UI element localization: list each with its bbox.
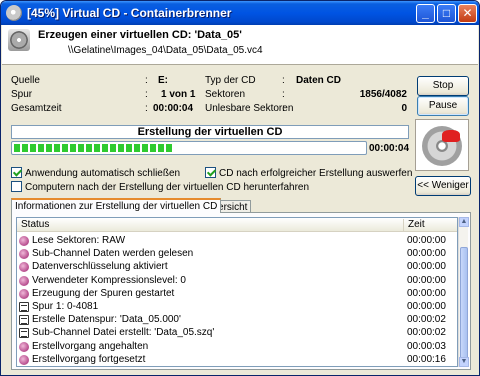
colon: : <box>282 75 285 86</box>
pause-button[interactable]: Pause <box>417 96 469 116</box>
log-row[interactable]: Datenverschlüsselung aktiviert 00:00:00 <box>17 261 457 273</box>
image-path: \\Gelatine\Images_04\Data_05\Data_05.vc4 <box>68 45 263 56</box>
log-row-time: 00:00:00 <box>407 248 446 260</box>
spur-label: Spur <box>11 89 33 100</box>
cd-animation-panel <box>415 119 469 171</box>
log-row-time: 00:00:02 <box>407 314 446 326</box>
scroll-up-icon[interactable]: ▲ <box>459 217 469 227</box>
log-row[interactable]: Erstelle Datenspur: 'Data_05.000' 00:00:0… <box>17 314 457 326</box>
log-row[interactable]: Sub-Channel Daten werden gelesen 00:00:00 <box>17 248 457 260</box>
window-title: [45%] Virtual CD - Containerbrenner <box>27 6 232 20</box>
log-scrollbar[interactable]: ▲ ▼ <box>458 217 469 367</box>
info-icon <box>19 288 29 299</box>
shutdown-label: Computern nach der Erstellung der virtue… <box>25 182 310 193</box>
log-row[interactable]: Erzeugung der Spuren gestartet 00:00:00 <box>17 288 457 300</box>
colon: : <box>282 103 285 114</box>
log-row-time: 00:00:00 <box>407 235 446 246</box>
info-icon <box>19 236 29 246</box>
log-row-time: 00:00:16 <box>407 353 446 365</box>
spur-value: 1 von 1 <box>161 89 196 100</box>
cd-app-icon <box>6 5 22 21</box>
tab-creation-info[interactable]: Informationen zur Erstellung der virtuel… <box>11 198 222 213</box>
list-header: Status Zeit <box>17 218 457 232</box>
column-header-status[interactable]: Status <box>21 219 49 230</box>
cd-type-label: Typ der CD <box>205 75 256 86</box>
log-row-text: Sub-Channel Datei erstellt: 'Data_05.szq… <box>32 327 215 339</box>
eject-option[interactable]: CD nach erfolgreicher Erstellung auswerf… <box>205 167 412 179</box>
info-icon <box>19 262 29 273</box>
maximize-button[interactable]: □ <box>437 4 456 23</box>
unlesbare-label: Unlesbare Sektoren <box>205 103 294 114</box>
eject-checkbox[interactable] <box>205 167 216 178</box>
scroll-down-icon[interactable]: ▼ <box>459 357 469 367</box>
quelle-value: E: <box>158 75 168 86</box>
log-row-time: 00:00:00 <box>407 274 446 286</box>
document-icon <box>19 315 29 326</box>
log-row-text: Sub-Channel Daten werden gelesen <box>32 248 194 260</box>
cd-type-value: Daten CD <box>296 75 342 86</box>
header-panel: Erzeugen einer virtuellen CD: 'Data_05' … <box>2 25 478 65</box>
shutdown-option[interactable]: Computern nach der Erstellung der virtue… <box>11 181 309 193</box>
minimize-button[interactable]: _ <box>416 4 435 23</box>
eject-label: CD nach erfolgreicher Erstellung auswerf… <box>219 168 413 179</box>
colon: : <box>145 89 148 100</box>
log-row-text: Erstelle Datenspur: 'Data_05.000' <box>32 314 181 326</box>
close-button[interactable]: ✕ <box>458 4 477 23</box>
status-log-list[interactable]: Status Zeit Lese Sektoren: RAW 00:00:00 Su… <box>16 217 458 367</box>
log-row[interactable]: Lese Sektoren: RAW 00:00:00 <box>17 235 457 247</box>
shutdown-checkbox[interactable] <box>11 181 22 192</box>
info-icon <box>19 275 29 286</box>
log-row[interactable]: Sub-Channel Datei erstellt: 'Data_05.szq… <box>17 327 457 339</box>
log-row-text: Lese Sektoren: RAW <box>32 235 126 246</box>
info-icon <box>19 249 29 260</box>
log-row-time: 00:00:00 <box>407 261 446 273</box>
scroll-thumb[interactable] <box>460 247 468 359</box>
gesamtzeit-value: 00:00:04 <box>153 103 194 114</box>
log-row[interactable]: Erstellvorgang fortgesetzt 00:00:16 <box>17 354 457 366</box>
header-title: Erzeugen einer virtuellen CD: 'Data_05' <box>38 29 242 41</box>
log-row-text: Erstellvorgang angehalten <box>32 340 149 352</box>
log-row-text: Spur 1: 0-4081 <box>32 301 99 312</box>
colon: : <box>145 75 148 86</box>
stop-button[interactable]: Stop <box>417 76 469 96</box>
colon: : <box>145 103 148 114</box>
log-row-time: 00:00:00 <box>407 287 446 299</box>
quelle-label: Quelle <box>11 75 40 86</box>
log-row-text: Erzeugung der Spuren gestartet <box>32 287 175 299</box>
title-bar[interactable]: [45%] Virtual CD - Containerbrenner _ □ … <box>1 1 479 25</box>
recording-indicator-icon <box>442 130 460 142</box>
tab-panel: Status Zeit Lese Sektoren: RAW 00:00:00 Su… <box>11 212 471 370</box>
main-window: [45%] Virtual CD - Containerbrenner _ □ … <box>0 0 480 376</box>
log-row-text: Erstellvorgang fortgesetzt <box>32 353 146 365</box>
cd-drive-icon <box>8 29 30 51</box>
progress-time: 00:00:04 <box>369 143 410 154</box>
info-icon <box>19 354 29 365</box>
document-icon <box>19 302 29 312</box>
log-row-time: 00:00:02 <box>407 327 446 339</box>
gesamtzeit-label: Gesamtzeit <box>11 103 62 114</box>
log-row-time: 00:00:03 <box>407 340 446 352</box>
auto-close-option[interactable]: Anwendung automatisch schließen <box>11 167 180 179</box>
column-header-zeit[interactable]: Zeit <box>403 219 425 232</box>
document-icon <box>19 328 29 339</box>
operation-status: Erstellung der virtuellen CD <box>11 125 409 139</box>
sektoren-label: Sektoren <box>205 89 246 100</box>
log-row-time: 00:00:00 <box>407 301 446 312</box>
info-icon <box>19 341 29 352</box>
colon: : <box>282 89 285 100</box>
log-row-text: Datenverschlüsselung aktiviert <box>32 261 168 273</box>
log-row[interactable]: Spur 1: 0-4081 00:00:00 <box>17 301 457 313</box>
sektoren-value: 1856/4082 <box>359 89 407 100</box>
auto-close-label: Anwendung automatisch schließen <box>25 168 181 179</box>
log-row-text: Verwendeter Kompressionslevel: 0 <box>32 274 186 286</box>
progress-bar <box>11 141 367 155</box>
less-button[interactable]: << Weniger <box>415 176 471 196</box>
unlesbare-value: 0 <box>401 103 407 114</box>
log-row[interactable]: Verwendeter Kompressionslevel: 0 00:00:00 <box>17 275 457 287</box>
progress-fill <box>14 144 172 152</box>
log-row[interactable]: Erstellvorgang angehalten 00:00:03 <box>17 341 457 353</box>
auto-close-checkbox[interactable] <box>11 167 22 178</box>
